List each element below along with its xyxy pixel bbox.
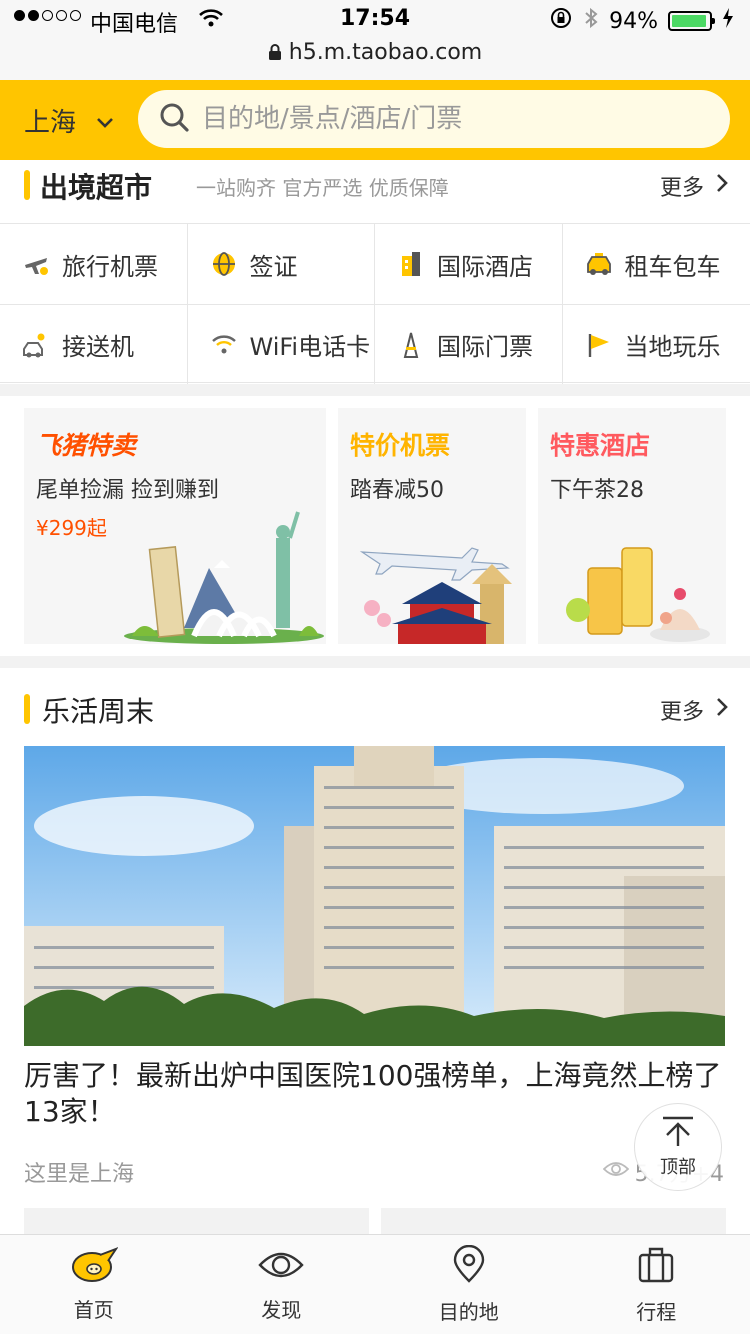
back-to-top-label: 顶部 <box>660 1156 696 1178</box>
service-local-fun[interactable]: 当地玩乐 <box>562 304 750 384</box>
promo-subtitle: 尾单捡漏 捡到赚到 <box>36 478 219 503</box>
promo-subtitle: 踏春减50 <box>350 478 444 503</box>
weekend-title: 乐活周末 <box>42 695 155 728</box>
top-header: 上海 <box>0 80 750 160</box>
taxi-icon <box>585 250 613 278</box>
url-text: h5.m.taobao.com <box>288 40 483 65</box>
service-label: 国际门票 <box>437 333 533 361</box>
service-label: 租车包车 <box>624 252 721 281</box>
service-intl-tickets[interactable]: 国际门票 <box>375 304 563 384</box>
overseas-brand: 出境超市 <box>40 171 153 204</box>
tab-itinerary[interactable]: 行程 <box>563 1235 750 1334</box>
article-title[interactable]: 厉害了！最新出炉中国医院100强榜单，上海竟然上榜了13家！ <box>24 1058 724 1130</box>
discover-eye-icon <box>258 1247 304 1288</box>
bottom-tab-bar: 首页 发现 目的地 行程 <box>0 1234 750 1334</box>
car-icon <box>22 331 50 359</box>
service-label: 国际酒店 <box>437 252 533 281</box>
promo-title: 特价机票 <box>350 431 451 460</box>
service-flights[interactable]: 旅行机票 <box>0 224 188 304</box>
weekend-more-button[interactable]: 更多 <box>660 694 728 726</box>
arrow-up-icon <box>661 1116 695 1153</box>
search-input[interactable] <box>202 104 722 134</box>
service-label: 签证 <box>249 252 298 281</box>
promo-title: 特惠酒店 <box>550 431 651 460</box>
tab-label: 首页 <box>73 1298 114 1322</box>
globe-icon <box>210 250 238 278</box>
chevron-down-icon <box>96 106 114 136</box>
chevron-right-icon <box>716 173 728 199</box>
promo-card-hotel[interactable]: 特惠酒店 下午茶28 <box>538 408 726 644</box>
luggage-icon <box>636 1245 676 1290</box>
overseas-slogan: 一站购齐 官方严选 优质保障 <box>196 176 449 200</box>
service-car-rental[interactable]: 租车包车 <box>563 224 750 304</box>
bluetooth-icon <box>583 6 599 36</box>
tab-home[interactable]: 首页 <box>0 1235 188 1334</box>
home-pig-icon <box>70 1246 119 1288</box>
battery-percent: 94% <box>609 8 658 34</box>
service-airport-transfer[interactable]: 接送机 <box>0 304 188 384</box>
service-intl-hotel[interactable]: 国际酒店 <box>375 224 563 304</box>
tab-destination[interactable]: 目的地 <box>375 1235 563 1334</box>
service-wifi-sim[interactable]: WiFi电话卡 <box>187 304 375 384</box>
service-label: WiFi电话卡 <box>249 333 371 361</box>
battery-icon <box>668 11 715 31</box>
plane-icon <box>22 250 50 278</box>
search-icon <box>158 101 190 137</box>
service-grid: 旅行机票 签证 国际酒店 租车包车 接送机 WiFi电话卡 国际门票 当地玩乐 <box>0 223 750 384</box>
service-label: 当地玩乐 <box>624 333 721 361</box>
more-label: 更多 <box>659 176 704 201</box>
more-label: 更多 <box>659 700 704 725</box>
promo-subtitle: 下午茶28 <box>550 478 644 503</box>
article-hero-image[interactable] <box>24 746 725 1046</box>
destination-pin-icon <box>451 1244 487 1290</box>
divider <box>0 384 750 396</box>
tower-icon <box>397 331 425 359</box>
search-box[interactable] <box>138 90 730 148</box>
status-bar: 中国电信 17:54 94% h5.m.taobao.com <box>0 0 750 80</box>
back-to-top-button[interactable]: 顶部 <box>634 1103 722 1191</box>
flag-icon <box>585 331 613 359</box>
tab-label: 行程 <box>636 1300 677 1324</box>
hotel-icon <box>397 250 425 278</box>
address-bar[interactable]: h5.m.taobao.com <box>0 40 750 65</box>
weekend-header: 乐活周末 更多 <box>0 680 750 742</box>
service-label: 接送机 <box>62 333 134 361</box>
lock-icon <box>268 40 289 65</box>
promo-title: 飞猪特卖 <box>36 431 137 460</box>
promo-card-sale[interactable]: 飞猪特卖 尾单捡漏 捡到赚到 ¥299起 <box>24 408 326 644</box>
divider <box>0 656 750 668</box>
wifi-icon <box>210 331 238 359</box>
overseas-header: 出境超市 一站购齐 官方严选 优质保障 更多 <box>0 160 750 222</box>
service-label: 旅行机票 <box>62 252 158 281</box>
promo-card-flights[interactable]: 特价机票 踏春减50 <box>338 408 526 644</box>
eye-icon <box>602 1159 629 1185</box>
service-visa[interactable]: 签证 <box>188 224 375 304</box>
tab-label: 发现 <box>261 1298 302 1322</box>
airplane-temple-illustration <box>359 547 512 644</box>
landmarks-illustration <box>124 511 324 644</box>
section-bar <box>24 170 30 200</box>
rotation-lock-icon <box>549 6 573 36</box>
city-label: 上海 <box>24 108 77 138</box>
tab-label: 目的地 <box>438 1300 499 1324</box>
section-bar <box>24 694 30 724</box>
promo-price: ¥299起 <box>36 516 107 540</box>
afternoon-tea-illustration <box>566 547 710 642</box>
tab-discover[interactable]: 发现 <box>188 1235 376 1334</box>
chevron-right-icon <box>716 697 728 723</box>
overseas-more-button[interactable]: 更多 <box>660 170 728 202</box>
charging-icon <box>722 7 734 35</box>
city-selector[interactable]: 上海 <box>24 102 114 139</box>
article-source: 这里是上海 <box>24 1162 135 1187</box>
